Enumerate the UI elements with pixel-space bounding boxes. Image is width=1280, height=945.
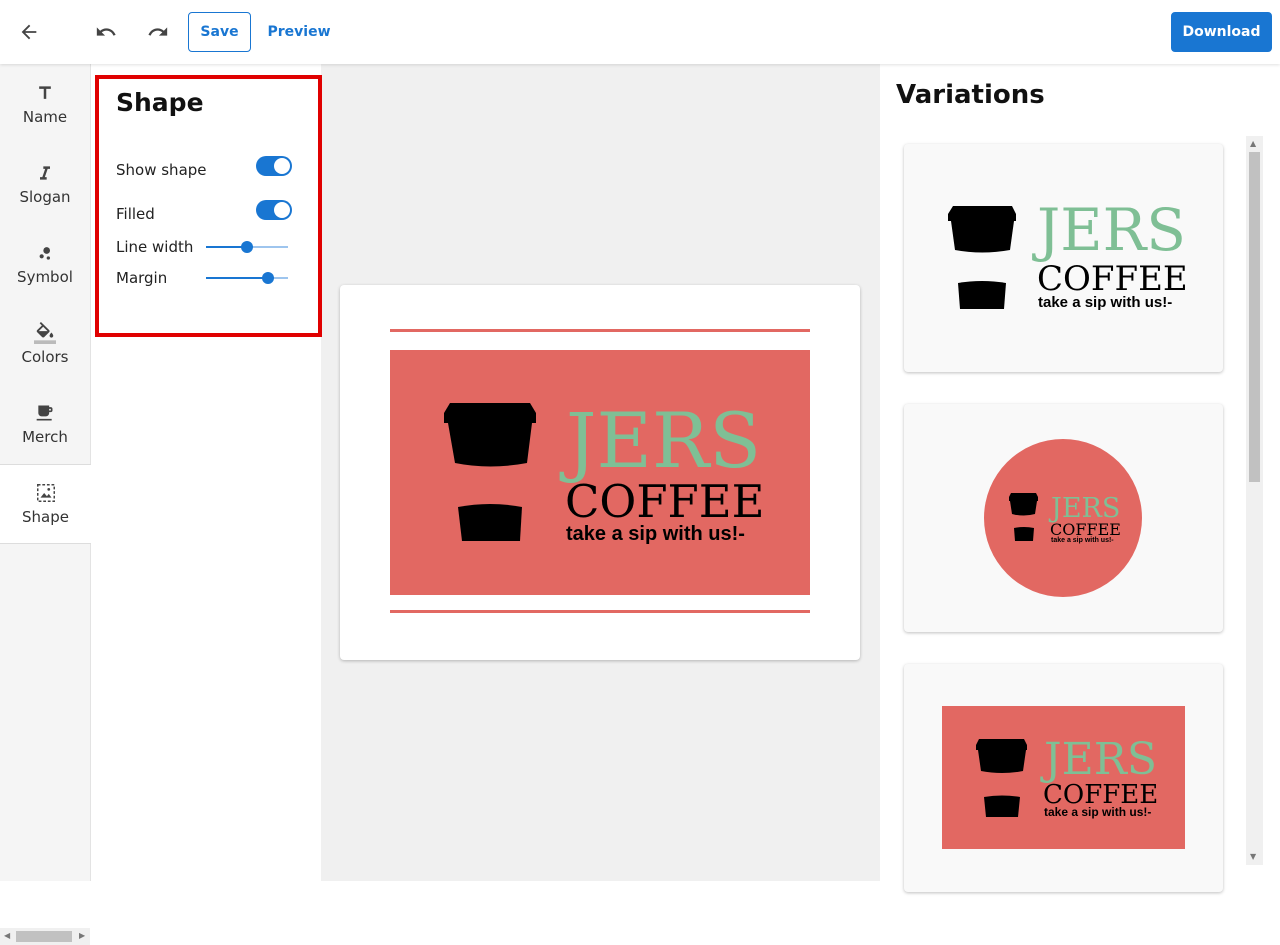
toggle-knob [274,158,290,174]
save-button[interactable]: Save [188,12,251,52]
show-shape-label: Show shape [116,161,207,179]
variation-preview: JERS COFFEE take a sip with us!- [984,439,1142,597]
sidebar-item-label: Slogan [19,188,71,206]
variation-card-rectangle[interactable]: JERS COFFEE take a sip with us!- [904,664,1223,892]
top-rule [390,329,810,332]
coffee-cup-icon [948,206,1016,309]
scroll-up-arrow-icon[interactable]: ▲ [1250,139,1256,148]
logo-name: JERS [559,396,761,485]
logo-slogan: take a sip with us!- [1044,805,1151,819]
italic-icon [34,162,56,184]
scroll-left-arrow-icon[interactable]: ◀ [4,931,10,940]
sidebar-item-label: Symbol [17,268,73,286]
logo-slogan: take a sip with us!- [1038,294,1172,311]
top-toolbar: Save Preview Download [0,0,1280,64]
logo-slogan: take a sip with us!- [566,523,745,545]
slider-thumb[interactable] [261,272,274,284]
variation-preview: JERS COFFEE take a sip with us!- [942,706,1185,849]
scroll-right-arrow-icon[interactable]: ▶ [79,931,85,940]
undo-icon[interactable] [94,20,118,44]
sidebar-item-label: Colors [21,348,69,366]
line-width-slider[interactable] [206,241,288,253]
margin-slider[interactable] [206,272,288,284]
shape-settings-panel [91,64,321,881]
logo-name: JERS [1040,734,1157,785]
sidebar-item-symbol[interactable]: Symbol [0,224,90,304]
logo-slogan: take a sip with us!- [1051,537,1114,544]
filled-label: Filled [116,205,155,223]
scrollbar-thumb[interactable] [1249,152,1260,482]
shape-image-icon [35,482,57,504]
symbol-icon [34,242,56,264]
slider-fill [206,277,268,279]
variations-vertical-scrollbar[interactable]: ▲ ▼ [1246,136,1263,865]
redo-icon[interactable] [146,20,170,44]
scrollbar-thumb[interactable] [16,931,72,942]
sidebar-item-label: Shape [22,508,69,526]
variation-card-circle[interactable]: JERS COFFEE take a sip with us!- [904,404,1223,632]
line-width-label: Line width [116,238,194,256]
logo-name: JERS [1032,196,1186,264]
slider-thumb[interactable] [241,241,253,253]
variation-card-plain[interactable]: JERS COFFEE take a sip with us!- [904,144,1223,372]
sidebar-item-merch[interactable]: Merch [0,384,90,464]
scroll-down-arrow-icon[interactable]: ▼ [1250,852,1256,861]
toggle-knob [274,202,290,218]
paint-bucket-icon [34,322,56,344]
mug-icon [34,402,56,424]
preview-button[interactable]: Preview [264,12,334,52]
margin-label: Margin [116,269,168,287]
sidebar-item-name[interactable]: Name [0,64,90,144]
logo-preview-card[interactable]: JERS COFFEE take a sip with us!- [340,285,860,660]
download-button[interactable]: Download [1171,12,1272,52]
variations-title: Variations [896,80,1045,110]
show-shape-toggle[interactable] [256,156,292,176]
text-icon [34,82,56,104]
logo-name-second-line: COFFEE [1037,259,1188,299]
panel-title: Shape [116,88,204,117]
variation-preview: JERS COFFEE take a sip with us!- [948,196,1188,311]
sidebar-item-slogan[interactable]: Slogan [0,144,90,224]
back-arrow-icon[interactable] [17,20,41,44]
sidebar-item-shape[interactable]: Shape [0,464,91,544]
sidebar-item-label: Name [22,108,68,126]
sidebar-item-label: Merch [22,428,68,446]
sidebar-item-colors[interactable]: Colors [0,304,90,384]
editor-sidebar: Name Slogan Symbol Colors Merch Shape ◀ … [0,64,91,945]
logo-preview: JERS COFFEE take a sip with us!- [390,329,810,613]
logo-name-second-line: COFFEE [565,475,764,528]
filled-toggle[interactable] [256,200,292,220]
sidebar-horizontal-scrollbar[interactable]: ◀ ▶ [0,928,90,945]
bottom-rule [390,610,810,613]
